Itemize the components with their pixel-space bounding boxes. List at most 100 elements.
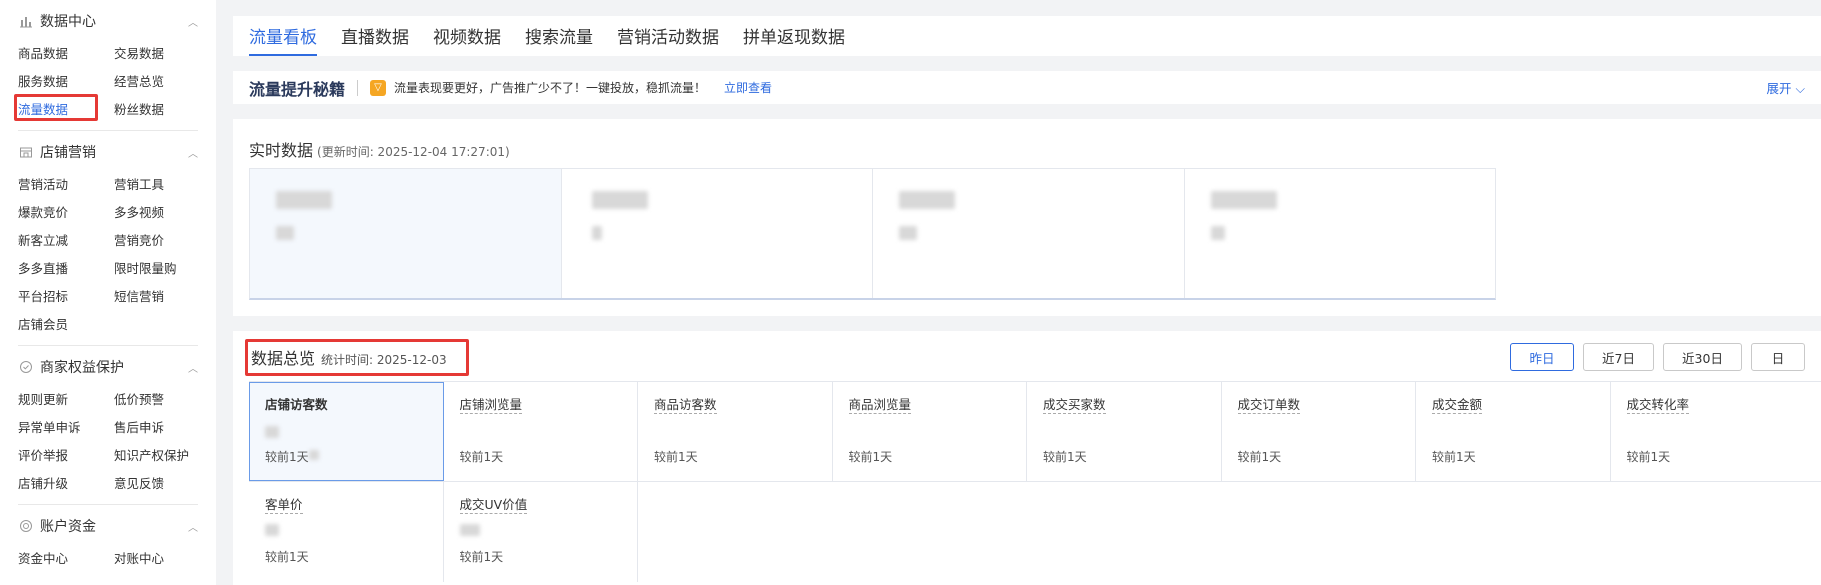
- sidebar-group-title: 商家权益保护: [40, 360, 124, 376]
- bar-chart-icon: [18, 13, 34, 29]
- sidebar-item-service-data[interactable]: 服务数据: [18, 68, 114, 96]
- last-30-days-button[interactable]: 近30日: [1663, 343, 1742, 371]
- expand-button[interactable]: 展开 ⌵: [1767, 78, 1805, 97]
- metric-compare: 较前1天: [1626, 450, 1671, 464]
- sidebar-item[interactable]: 多多直播: [18, 255, 114, 283]
- tab-traffic-dashboard[interactable]: 流量看板: [249, 23, 317, 56]
- sidebar: 数据中心 ︿ 商品数据 交易数据 服务数据 经营总览 流量数据 粉丝数据 店铺营…: [0, 0, 216, 585]
- sidebar-item[interactable]: 店铺会员: [18, 311, 114, 339]
- view-now-link[interactable]: 立即查看: [724, 79, 772, 96]
- coin-icon: [18, 518, 34, 534]
- divider: [357, 79, 359, 96]
- tab-cashback-data[interactable]: 拼单返现数据: [743, 23, 845, 56]
- realtime-card[interactable]: [1185, 169, 1496, 298]
- metrics-grid: 店铺访客数 较前1天 店铺浏览量 较前1天 商品访客数 较前1天 商品浏览量 较…: [249, 381, 1821, 582]
- sidebar-item[interactable]: 爆款竞价: [18, 199, 114, 227]
- divider: [18, 504, 198, 505]
- sidebar-item[interactable]: 营销工具: [114, 171, 210, 199]
- redacted-value: [276, 191, 332, 209]
- realtime-title-text: 实时数据: [249, 141, 314, 160]
- metric-label: 商品访客数: [654, 397, 717, 414]
- sidebar-item[interactable]: 低价预警: [114, 386, 210, 414]
- sidebar-item-business-overview[interactable]: 经营总览: [114, 68, 210, 96]
- metric-label: 商品浏览量: [848, 397, 912, 414]
- store-icon: [18, 144, 34, 160]
- metric-compare: 较前1天: [848, 450, 893, 464]
- metric-compare: 较前1天: [1043, 450, 1087, 464]
- chevron-up-icon[interactable]: ︿: [188, 145, 198, 160]
- tabs-bar: 流量看板 直播数据 视频数据 搜索流量 营销活动数据 拼单返现数据: [233, 16, 1821, 56]
- metrics-row: 店铺访客数 较前1天 店铺浏览量 较前1天 商品访客数 较前1天 商品浏览量 较…: [249, 382, 1821, 482]
- last-7-days-button[interactable]: 近7日: [1583, 343, 1654, 371]
- metric-label: 店铺浏览量: [459, 397, 523, 414]
- sidebar-item[interactable]: 知识产权保护: [114, 442, 210, 470]
- sidebar-group-title: 店铺营销: [40, 145, 96, 161]
- realtime-updated-time: (更新时间: 2025-12-04 17:27:01): [317, 145, 510, 159]
- tab-marketing-data[interactable]: 营销活动数据: [617, 23, 719, 56]
- sidebar-item[interactable]: 资金中心: [18, 545, 114, 573]
- sidebar-item-fans-data[interactable]: 粉丝数据: [114, 96, 210, 124]
- metric-product-visitors[interactable]: 商品访客数 较前1天: [638, 382, 833, 481]
- overview-panel: 数据总览 统计时间: 2025-12-03 昨日 近7日 近30日 日 店铺访客数…: [233, 331, 1821, 585]
- metric-buyers[interactable]: 成交买家数 较前1天: [1027, 382, 1222, 481]
- metric-compare: 较前1天: [459, 550, 504, 564]
- realtime-card[interactable]: [562, 169, 873, 298]
- day-button[interactable]: 日: [1751, 343, 1805, 371]
- metrics-row: 客单价 较前1天 成交UV价值 较前1天: [249, 482, 1821, 582]
- sidebar-item[interactable]: 意见反馈: [114, 470, 210, 498]
- yesterday-button[interactable]: 昨日: [1510, 343, 1574, 371]
- sidebar-item[interactable]: 售后申诉: [114, 414, 210, 442]
- chevron-up-icon[interactable]: ︿: [188, 14, 198, 29]
- metric-product-pageviews[interactable]: 商品浏览量 较前1天: [833, 382, 1027, 481]
- tab-video-data[interactable]: 视频数据: [433, 23, 501, 56]
- tab-live-data[interactable]: 直播数据: [341, 23, 409, 56]
- sidebar-item[interactable]: 规则更新: [18, 386, 114, 414]
- promo-text: 流量表现要更好，广告推广少不了！一键投放，稳抓流量！: [394, 81, 707, 95]
- metric-store-pageviews[interactable]: 店铺浏览量 较前1天: [444, 382, 638, 481]
- metric-conversion-rate[interactable]: 成交转化率 较前1天: [1611, 382, 1821, 481]
- sidebar-item[interactable]: 限时限量购: [114, 255, 210, 283]
- metric-label: 店铺访客数: [265, 397, 328, 412]
- megaphone-icon: ▽: [370, 79, 387, 96]
- redacted-value: [591, 191, 648, 209]
- sidebar-group-header[interactable]: 账户资金 ︿: [18, 515, 198, 537]
- chevron-up-icon[interactable]: ︿: [188, 360, 198, 375]
- metric-avg-order-value[interactable]: 客单价 较前1天: [249, 482, 444, 582]
- metric-label: 成交订单数: [1237, 397, 1301, 414]
- metric-compare: 较前1天: [1237, 450, 1282, 464]
- sidebar-item[interactable]: 新客立减: [18, 227, 114, 255]
- sidebar-item[interactable]: 营销竞价: [114, 227, 210, 255]
- realtime-card[interactable]: [250, 169, 562, 298]
- sidebar-item[interactable]: 短信营销: [114, 283, 210, 311]
- redacted-value: [1210, 191, 1277, 209]
- tab-search-traffic[interactable]: 搜索流量: [525, 23, 593, 56]
- metric-orders[interactable]: 成交订单数 较前1天: [1222, 382, 1416, 481]
- sidebar-item[interactable]: 对账中心: [114, 545, 210, 573]
- sidebar-item[interactable]: 营销活动: [18, 171, 114, 199]
- sidebar-group-header[interactable]: 数据中心 ︿: [18, 10, 198, 32]
- metric-label: 成交买家数: [1043, 397, 1106, 414]
- metric-amount[interactable]: 成交金额 较前1天: [1416, 382, 1611, 481]
- sidebar-item[interactable]: 平台招标: [18, 283, 114, 311]
- metric-compare: 较前1天: [265, 550, 309, 564]
- sidebar-item-product-data[interactable]: 商品数据: [18, 40, 114, 68]
- sidebar-group-header[interactable]: 店铺营销 ︿: [18, 141, 198, 163]
- sidebar-item[interactable]: 多多视频: [114, 199, 210, 227]
- metric-label: 成交UV价值: [459, 497, 528, 514]
- metric-compare: 较前1天: [1432, 450, 1476, 464]
- sidebar-item[interactable]: 店铺升级: [18, 470, 114, 498]
- realtime-card[interactable]: [873, 169, 1185, 298]
- sidebar-item[interactable]: 异常单申诉: [18, 414, 114, 442]
- redacted-value: [899, 191, 955, 209]
- redacted-value: [309, 450, 319, 460]
- realtime-title: 实时数据 (更新时间: 2025-12-04 17:27:01): [249, 137, 510, 161]
- chevron-up-icon[interactable]: ︿: [188, 519, 198, 534]
- sidebar-group-title: 账户资金: [40, 519, 96, 535]
- sidebar-item-trade-data[interactable]: 交易数据: [114, 40, 210, 68]
- sidebar-group-header[interactable]: 商家权益保护 ︿: [18, 356, 198, 378]
- metric-store-visitors[interactable]: 店铺访客数 较前1天: [249, 382, 444, 481]
- sidebar-group-account-funds: 账户资金 ︿ 资金中心 对账中心: [0, 515, 216, 573]
- sidebar-item[interactable]: 评价举报: [18, 442, 114, 470]
- metric-uv-value[interactable]: 成交UV价值 较前1天: [444, 482, 638, 582]
- highlight-box-traffic-data: [14, 94, 98, 121]
